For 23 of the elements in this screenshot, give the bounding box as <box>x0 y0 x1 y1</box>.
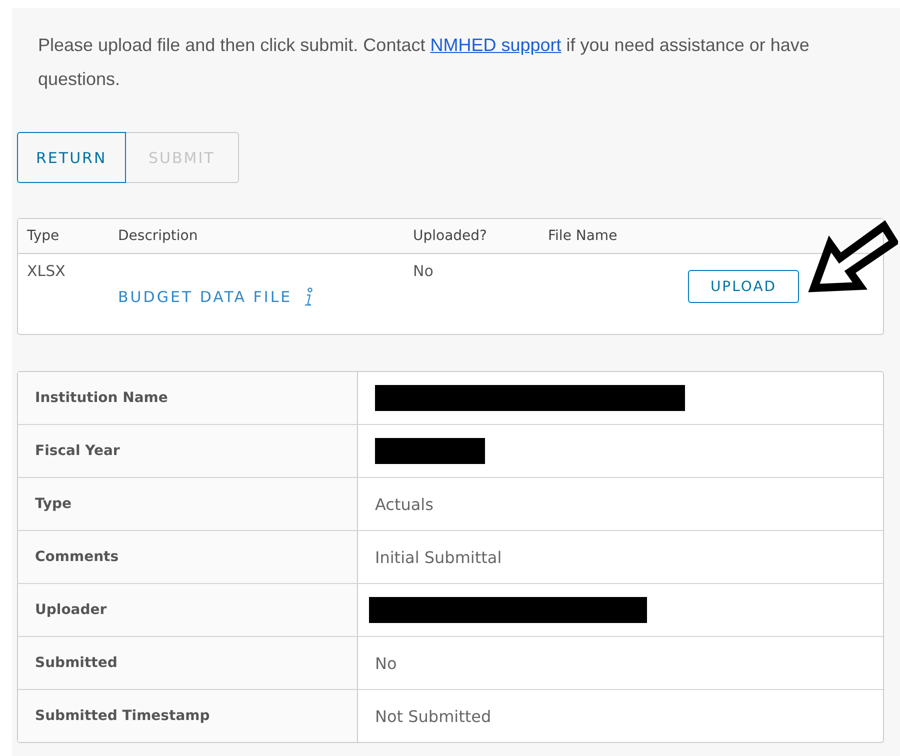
field-label: Submitted <box>18 637 358 689</box>
return-button[interactable]: RETURN <box>17 132 126 183</box>
table-cell-text: XLSX <box>26 262 66 282</box>
column-header: Type <box>26 228 60 244</box>
field-label: Uploader <box>18 584 358 636</box>
field-label: Type <box>18 478 358 530</box>
support-link[interactable]: NMHED support <box>430 35 562 55</box>
column-header: File Name <box>547 228 618 244</box>
instruction-text: Please upload file and then click submit. Contact NMHED support if you need assistance or have questions. <box>37 34 810 91</box>
field-label: Institution Name <box>18 372 358 424</box>
info-icon[interactable] <box>302 287 314 307</box>
field-value: Actuals <box>375 494 434 514</box>
column-header: Uploaded? <box>412 228 488 244</box>
field-label: Submitted Timestamp <box>18 690 358 742</box>
field-value: Not Submitted <box>375 706 492 726</box>
field-label: Comments <box>18 531 358 583</box>
field-value: No <box>375 654 397 672</box>
upload-button[interactable]: UPLOAD <box>688 270 799 303</box>
column-header: Description <box>117 228 199 244</box>
file-description: BUDGET DATA FILE <box>118 288 292 306</box>
table-cell-text: No <box>412 262 434 282</box>
field-value: Initial Submittal <box>375 548 502 566</box>
field-label: Fiscal Year <box>18 425 358 477</box>
